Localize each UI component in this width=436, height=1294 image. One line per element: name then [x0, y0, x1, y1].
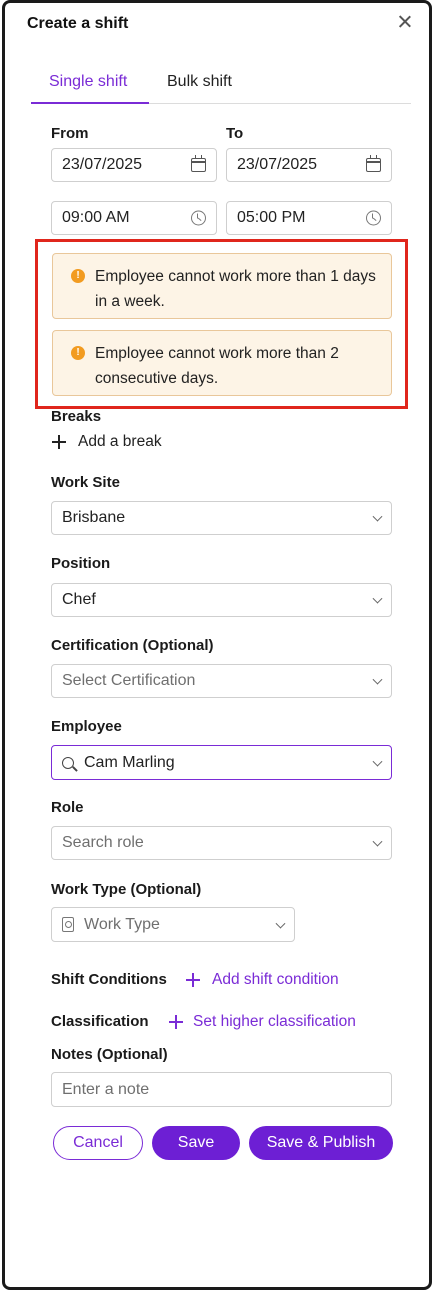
- alert-text: Employee cannot work more than 1 days in…: [95, 268, 376, 310]
- clock-icon[interactable]: [191, 210, 206, 226]
- active-tab-indicator: [31, 102, 149, 104]
- employee-label: Employee: [51, 718, 122, 735]
- set-higher-classification-button[interactable]: Set higher classification: [169, 1013, 356, 1031]
- work-type-label: Work Type (Optional): [51, 881, 202, 898]
- to-label: To: [226, 125, 244, 142]
- role-placeholder: Search role: [62, 834, 144, 851]
- role-label: Role: [51, 799, 84, 816]
- to-time-value: 05:00 PM: [237, 209, 306, 226]
- add-break-label: Add a break: [78, 433, 162, 450]
- work-site-label: Work Site: [51, 474, 120, 491]
- chevron-down-icon: [372, 593, 383, 604]
- from-time-field[interactable]: 09:00 AM: [51, 201, 217, 235]
- warning-icon: !: [71, 269, 85, 283]
- alert-text: Employee cannot work more than 2 consecu…: [95, 345, 339, 387]
- clock-icon[interactable]: [366, 210, 381, 226]
- dialog-title: Create a shift: [27, 15, 129, 32]
- alert-max-consecutive-days: ! Employee cannot work more than 2 conse…: [52, 330, 392, 396]
- position-value: Chef: [62, 591, 96, 608]
- chevron-down-icon: [275, 918, 286, 929]
- work-type-select[interactable]: Work Type: [51, 907, 295, 942]
- employee-value: Cam Marling: [84, 753, 175, 771]
- to-date-field[interactable]: 23/07/2025: [226, 148, 392, 182]
- from-date-value: 23/07/2025: [62, 156, 143, 173]
- close-icon[interactable]: [398, 15, 412, 29]
- warning-icon: !: [71, 346, 85, 360]
- chevron-down-icon: [372, 674, 383, 685]
- certification-select[interactable]: Select Certification: [51, 664, 392, 698]
- work-type-icon: [62, 917, 74, 932]
- alert-max-days-week: ! Employee cannot work more than 1 days …: [52, 253, 392, 319]
- tab-single-shift[interactable]: Single shift: [49, 73, 127, 91]
- breaks-label: Breaks: [51, 408, 102, 425]
- plus-icon: [186, 973, 200, 987]
- save-and-publish-button[interactable]: Save & Publish: [249, 1126, 393, 1160]
- to-time-field[interactable]: 05:00 PM: [226, 201, 392, 235]
- certification-label: Certification (Optional): [51, 637, 214, 654]
- work-site-select[interactable]: Brisbane: [51, 501, 392, 535]
- from-time-value: 09:00 AM: [62, 209, 130, 226]
- plus-icon: [52, 435, 66, 449]
- create-shift-dialog: Create a shift Single shift Bulk shift F…: [2, 0, 432, 1290]
- certification-placeholder: Select Certification: [62, 672, 196, 689]
- from-date-field[interactable]: 23/07/2025: [51, 148, 217, 182]
- to-date-value: 23/07/2025: [237, 156, 318, 173]
- add-break-button[interactable]: Add a break: [52, 433, 162, 451]
- role-select[interactable]: Search role: [51, 826, 392, 860]
- notes-label: Notes (Optional): [51, 1046, 168, 1063]
- plus-icon: [169, 1015, 183, 1029]
- shift-conditions-label: Shift Conditions: [51, 971, 167, 988]
- chevron-down-icon: [372, 836, 383, 847]
- notes-input[interactable]: Enter a note: [51, 1072, 392, 1107]
- search-icon: [62, 756, 74, 769]
- set-higher-classification-label: Set higher classification: [193, 1013, 356, 1030]
- position-select[interactable]: Chef: [51, 583, 392, 617]
- chevron-down-icon: [372, 756, 383, 767]
- employee-search-input[interactable]: Cam Marling: [51, 745, 392, 780]
- position-label: Position: [51, 555, 111, 572]
- work-site-value: Brisbane: [62, 509, 126, 526]
- tab-bulk-shift[interactable]: Bulk shift: [167, 73, 232, 91]
- notes-placeholder: Enter a note: [62, 1080, 150, 1098]
- chevron-down-icon: [372, 511, 383, 522]
- classification-label: Classification: [51, 1013, 149, 1030]
- calendar-icon[interactable]: [366, 155, 381, 172]
- add-shift-condition-label: Add shift condition: [212, 971, 339, 988]
- calendar-icon[interactable]: [191, 155, 206, 172]
- work-type-placeholder: Work Type: [84, 915, 160, 933]
- from-label: From: [51, 125, 89, 142]
- save-button[interactable]: Save: [152, 1126, 240, 1160]
- add-shift-condition-button[interactable]: Add shift condition: [186, 971, 339, 989]
- cancel-button[interactable]: Cancel: [53, 1126, 143, 1160]
